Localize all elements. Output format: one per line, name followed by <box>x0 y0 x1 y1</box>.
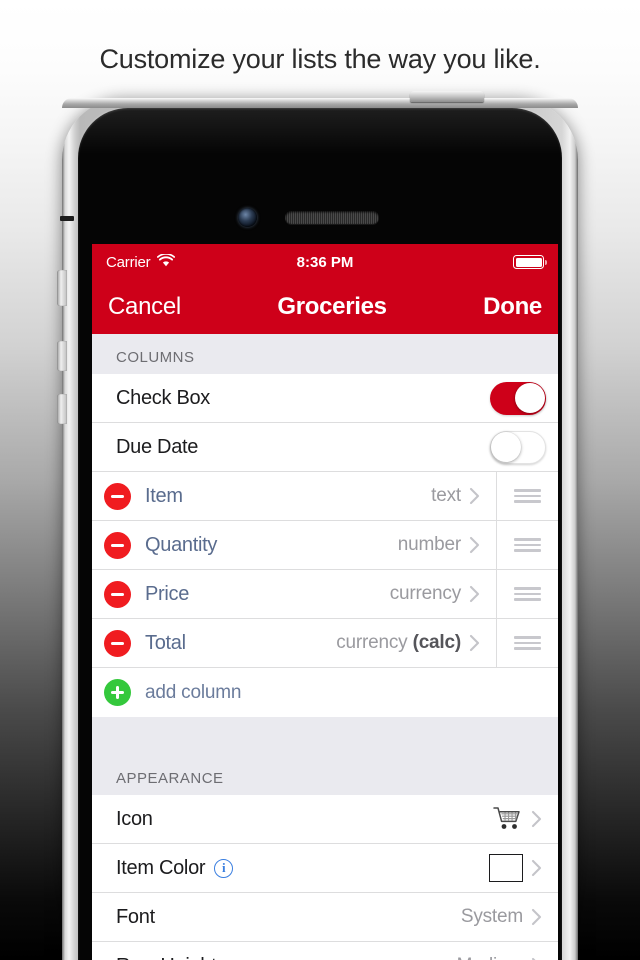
row-item-color[interactable]: Item Color i <box>92 844 558 893</box>
row-due-date[interactable]: Due Date <box>92 423 558 472</box>
column-type-text: currency <box>336 632 408 653</box>
delete-minus-icon[interactable] <box>104 629 131 657</box>
column-type: text <box>431 485 469 507</box>
toggle-knob <box>491 432 521 462</box>
section-header-appearance: APPEARANCE <box>92 755 558 795</box>
carrier-label: Carrier <box>106 253 151 271</box>
ringer-switch[interactable] <box>57 270 67 306</box>
info-icon[interactable]: i <box>214 858 234 878</box>
row-label: Item Color <box>116 856 206 879</box>
row-check-box[interactable]: Check Box <box>92 374 558 423</box>
column-type-text: currency <box>389 583 461 604</box>
drag-handle-icon[interactable] <box>496 570 558 618</box>
cancel-button[interactable]: Cancel <box>108 293 181 321</box>
shopping-cart-icon <box>493 806 523 832</box>
chevron-right-icon <box>469 585 496 603</box>
row-label: Row Height <box>116 955 217 960</box>
check-box-toggle[interactable] <box>490 381 546 415</box>
chevron-right-icon <box>469 536 496 554</box>
column-name: Price <box>145 582 190 605</box>
status-bar-right <box>513 255 547 269</box>
column-name: Quantity <box>145 533 218 556</box>
row-value: Medium <box>457 955 531 960</box>
add-column-row[interactable]: add column <box>92 668 558 717</box>
status-bar-left: Carrier <box>106 252 176 271</box>
section-header-columns: COLUMNS <box>92 334 558 374</box>
row-value: System <box>460 906 523 927</box>
table-row[interactable]: Item text <box>92 472 558 521</box>
chevron-right-icon <box>531 859 558 877</box>
done-button[interactable]: Done <box>483 293 542 321</box>
table-row[interactable]: Total currency (calc) <box>92 619 558 668</box>
drag-handle-icon[interactable] <box>496 521 558 569</box>
battery-full-icon <box>513 255 547 269</box>
row-row-height[interactable]: Row Height Medium <box>92 942 558 960</box>
due-date-toggle[interactable] <box>490 430 546 464</box>
table-row[interactable]: Quantity number <box>92 521 558 570</box>
column-name: Item <box>145 484 183 507</box>
toggle-knob <box>514 383 545 413</box>
chevron-right-icon <box>531 810 558 828</box>
volume-up-button[interactable] <box>57 341 67 371</box>
phone-screen: Carrier 8:36 PM Cancel Groceries Done CO… <box>92 244 558 960</box>
chevron-right-icon <box>531 908 558 926</box>
row-label: Font <box>116 905 155 928</box>
front-camera-icon <box>238 208 257 227</box>
drag-handle-icon[interactable] <box>496 472 558 520</box>
section-spacer <box>92 717 558 755</box>
nav-title: Groceries <box>277 293 387 320</box>
settings-list: COLUMNS Check Box Due Date Item text Qua… <box>92 334 558 960</box>
chevron-right-icon <box>469 487 496 505</box>
battery-level-fill <box>515 257 542 267</box>
navigation-bar: Cancel Groceries Done <box>92 280 558 334</box>
row-label: Due Date <box>116 435 199 458</box>
wifi-icon <box>157 252 176 271</box>
antenna-gap <box>60 216 74 221</box>
column-type: number <box>398 534 469 556</box>
chevron-right-icon <box>469 634 496 652</box>
row-icon[interactable]: Icon <box>92 795 558 844</box>
volume-down-button[interactable] <box>57 394 67 424</box>
table-row[interactable]: Price currency <box>92 570 558 619</box>
column-calc-flag: (calc) <box>412 632 462 653</box>
iphone-device-frame: Carrier 8:36 PM Cancel Groceries Done CO… <box>57 91 578 960</box>
status-bar: Carrier 8:36 PM <box>92 244 558 280</box>
column-type: currency <box>390 583 469 605</box>
row-font[interactable]: Font System <box>92 893 558 942</box>
color-swatch[interactable] <box>489 854 523 882</box>
column-name: Total <box>145 631 186 654</box>
row-label: Check Box <box>116 386 211 409</box>
column-type-text: text <box>431 485 461 506</box>
page-title: Customize your lists the way you like. <box>99 44 541 74</box>
row-label: Icon <box>116 807 153 830</box>
column-type-text: number <box>397 534 461 555</box>
delete-minus-icon[interactable] <box>104 580 131 608</box>
earpiece-speaker <box>285 211 379 224</box>
column-type: currency (calc) <box>336 632 469 654</box>
power-button[interactable] <box>410 91 484 102</box>
delete-minus-icon[interactable] <box>104 531 131 559</box>
drag-handle-icon[interactable] <box>496 619 558 667</box>
add-column-label: add column <box>145 681 242 703</box>
add-plus-icon[interactable] <box>104 679 131 706</box>
delete-minus-icon[interactable] <box>104 482 131 510</box>
